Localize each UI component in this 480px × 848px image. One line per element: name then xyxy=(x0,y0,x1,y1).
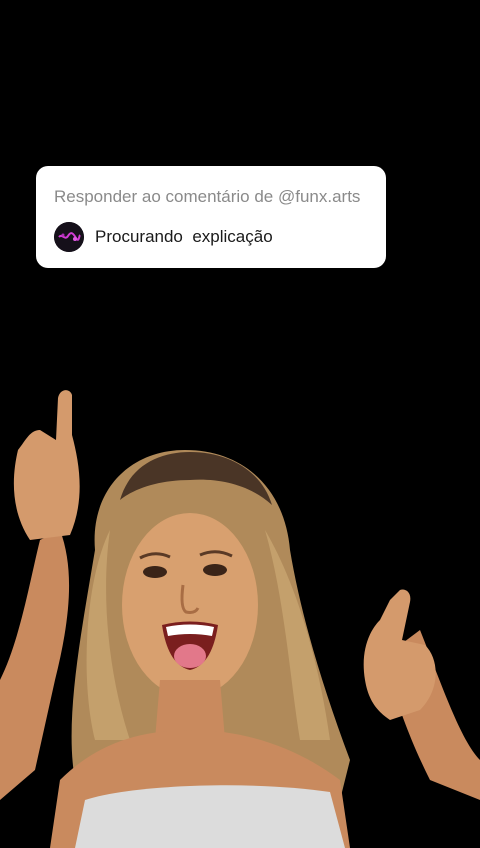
funx-arts-avatar-icon xyxy=(54,222,84,252)
video-frame: Responder ao comentário de @funx.arts Pr… xyxy=(0,0,480,848)
reply-comment-sticker[interactable]: Responder ao comentário de @funx.arts Pr… xyxy=(36,166,386,268)
reply-comment-row: Procurando explicação xyxy=(54,222,368,252)
reply-comment-text: Procurando explicação xyxy=(95,227,273,246)
woman-dancing-image xyxy=(0,390,480,848)
reply-header-text: Responder ao comentário de @funx.arts xyxy=(54,187,361,206)
